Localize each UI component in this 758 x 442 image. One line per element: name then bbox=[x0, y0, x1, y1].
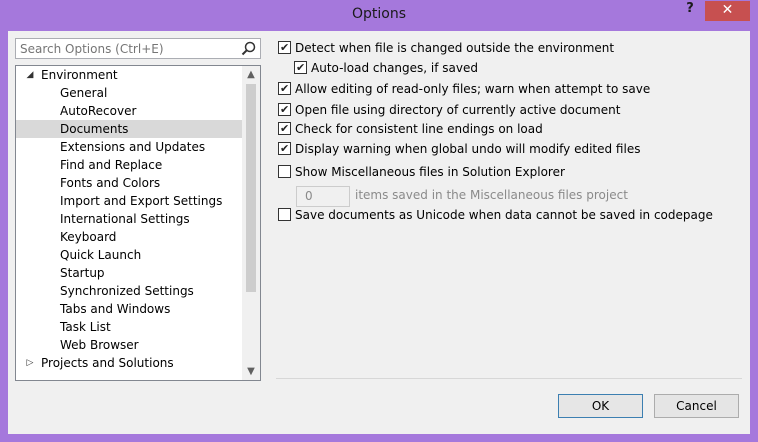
misc-count-label: items saved in the Miscellaneous files p… bbox=[355, 188, 628, 202]
tree-item-autorecover[interactable]: AutoRecover bbox=[16, 102, 242, 120]
tree-item-label: Startup bbox=[60, 266, 105, 280]
option-label: Display warning when global undo will mo… bbox=[295, 142, 641, 156]
option-label: Check for consistent line endings on loa… bbox=[295, 122, 543, 136]
checkbox-show-misc[interactable] bbox=[278, 165, 291, 178]
tree-item-fonts-and-colors[interactable]: Fonts and Colors bbox=[16, 174, 242, 192]
tree-item-keyboard[interactable]: Keyboard bbox=[16, 228, 242, 246]
checkbox-allow-readonly[interactable]: ✔ bbox=[278, 82, 291, 95]
tree-item-label: Fonts and Colors bbox=[60, 176, 161, 190]
tree-item-extensions-and-updates[interactable]: Extensions and Updates bbox=[16, 138, 242, 156]
tree-item-label: Quick Launch bbox=[60, 248, 142, 262]
search-box[interactable] bbox=[15, 38, 261, 59]
scroll-up-icon[interactable]: ▲ bbox=[242, 66, 260, 83]
tree-item-label: Extensions and Updates bbox=[60, 140, 206, 154]
tree-item-synchronized-settings[interactable]: Synchronized Settings bbox=[16, 282, 242, 300]
cancel-button[interactable]: Cancel bbox=[654, 394, 739, 418]
check-icon: ✔ bbox=[296, 61, 306, 74]
option-label: Show Miscellaneous files in Solution Exp… bbox=[295, 165, 565, 179]
tree-item-label: Find and Replace bbox=[60, 158, 163, 172]
tree-item-label: International Settings bbox=[60, 212, 190, 226]
tree-item-label: Web Browser bbox=[60, 338, 139, 352]
check-icon: ✔ bbox=[280, 142, 290, 155]
option-label: Detect when file is changed outside the … bbox=[295, 41, 615, 55]
tree-item-label: AutoRecover bbox=[60, 104, 137, 118]
tree-item-partial bbox=[16, 372, 242, 380]
tree-item-label: General bbox=[60, 86, 108, 100]
tree-item-startup[interactable]: Startup bbox=[16, 264, 242, 282]
title-bar[interactable]: Options ? ✕ bbox=[0, 0, 758, 31]
checkbox-open-dir[interactable]: ✔ bbox=[278, 103, 291, 116]
scrollbar-thumb[interactable] bbox=[246, 84, 256, 292]
check-icon: ✔ bbox=[280, 103, 290, 116]
search-icon[interactable] bbox=[240, 40, 257, 57]
close-button[interactable]: ✕ bbox=[705, 1, 750, 21]
option-label: Auto-load changes, if saved bbox=[311, 61, 478, 75]
tree-scrollbar[interactable]: ▲ ▼ bbox=[242, 66, 260, 380]
options-window: Options ? ✕ ◢ Environment General Auto bbox=[0, 0, 758, 442]
tree-item-find-and-replace[interactable]: Find and Replace bbox=[16, 156, 242, 174]
tree-item-import-export-settings[interactable]: Import and Export Settings bbox=[16, 192, 242, 210]
tree-item-label: Environment bbox=[41, 68, 118, 82]
tree-item-label: Keyboard bbox=[60, 230, 117, 244]
tree-item-international-settings[interactable]: International Settings bbox=[16, 210, 242, 228]
misc-count-field[interactable]: 0 bbox=[296, 186, 350, 207]
tree-item-label: Tabs and Windows bbox=[60, 302, 171, 316]
check-icon: ✔ bbox=[280, 82, 290, 95]
options-tree[interactable]: ◢ Environment General AutoRecover Docume… bbox=[15, 65, 261, 381]
tree-item-label: Task List bbox=[60, 320, 111, 334]
tree-item-label: Import and Export Settings bbox=[60, 194, 223, 208]
window-title: Options bbox=[351, 6, 407, 22]
tree-item-projects-and-solutions[interactable]: ▷ Projects and Solutions bbox=[16, 354, 242, 372]
collapse-arrow-icon[interactable]: ▷ bbox=[24, 354, 36, 372]
check-icon: ✔ bbox=[280, 41, 290, 54]
tree-item-general[interactable]: General bbox=[16, 84, 242, 102]
tree-item-task-list[interactable]: Task List bbox=[16, 318, 242, 336]
ok-button[interactable]: OK bbox=[558, 394, 643, 418]
tree-item-web-browser[interactable]: Web Browser bbox=[16, 336, 242, 354]
divider bbox=[276, 378, 742, 379]
scroll-down-icon[interactable]: ▼ bbox=[242, 363, 260, 380]
search-input[interactable] bbox=[20, 41, 232, 56]
tree-item-documents[interactable]: Documents bbox=[16, 120, 242, 138]
expand-arrow-icon[interactable]: ◢ bbox=[24, 66, 36, 84]
checkbox-detect-changes[interactable]: ✔ bbox=[278, 41, 291, 54]
misc-count-value: 0 bbox=[305, 189, 313, 203]
check-icon: ✔ bbox=[280, 122, 290, 135]
tree-item-label: Projects and Solutions bbox=[41, 356, 174, 370]
dialog-body: ◢ Environment General AutoRecover Docume… bbox=[8, 31, 750, 434]
checkbox-undo-warning[interactable]: ✔ bbox=[278, 142, 291, 155]
tree-item-label: Documents bbox=[60, 122, 129, 136]
option-label: Allow editing of read-only files; warn w… bbox=[295, 82, 651, 96]
tree-item-label: Synchronized Settings bbox=[60, 284, 194, 298]
option-label: Save documents as Unicode when data cann… bbox=[295, 208, 713, 222]
tree-item-tabs-and-windows[interactable]: Tabs and Windows bbox=[16, 300, 242, 318]
tree-item-quick-launch[interactable]: Quick Launch bbox=[16, 246, 242, 264]
checkbox-unicode[interactable] bbox=[278, 208, 291, 221]
help-button[interactable]: ? bbox=[679, 0, 701, 20]
checkbox-auto-load[interactable]: ✔ bbox=[294, 61, 307, 74]
checkbox-line-endings[interactable]: ✔ bbox=[278, 122, 291, 135]
option-label: Open file using directory of currently a… bbox=[295, 103, 621, 117]
tree-item-environment[interactable]: ◢ Environment bbox=[16, 66, 242, 84]
